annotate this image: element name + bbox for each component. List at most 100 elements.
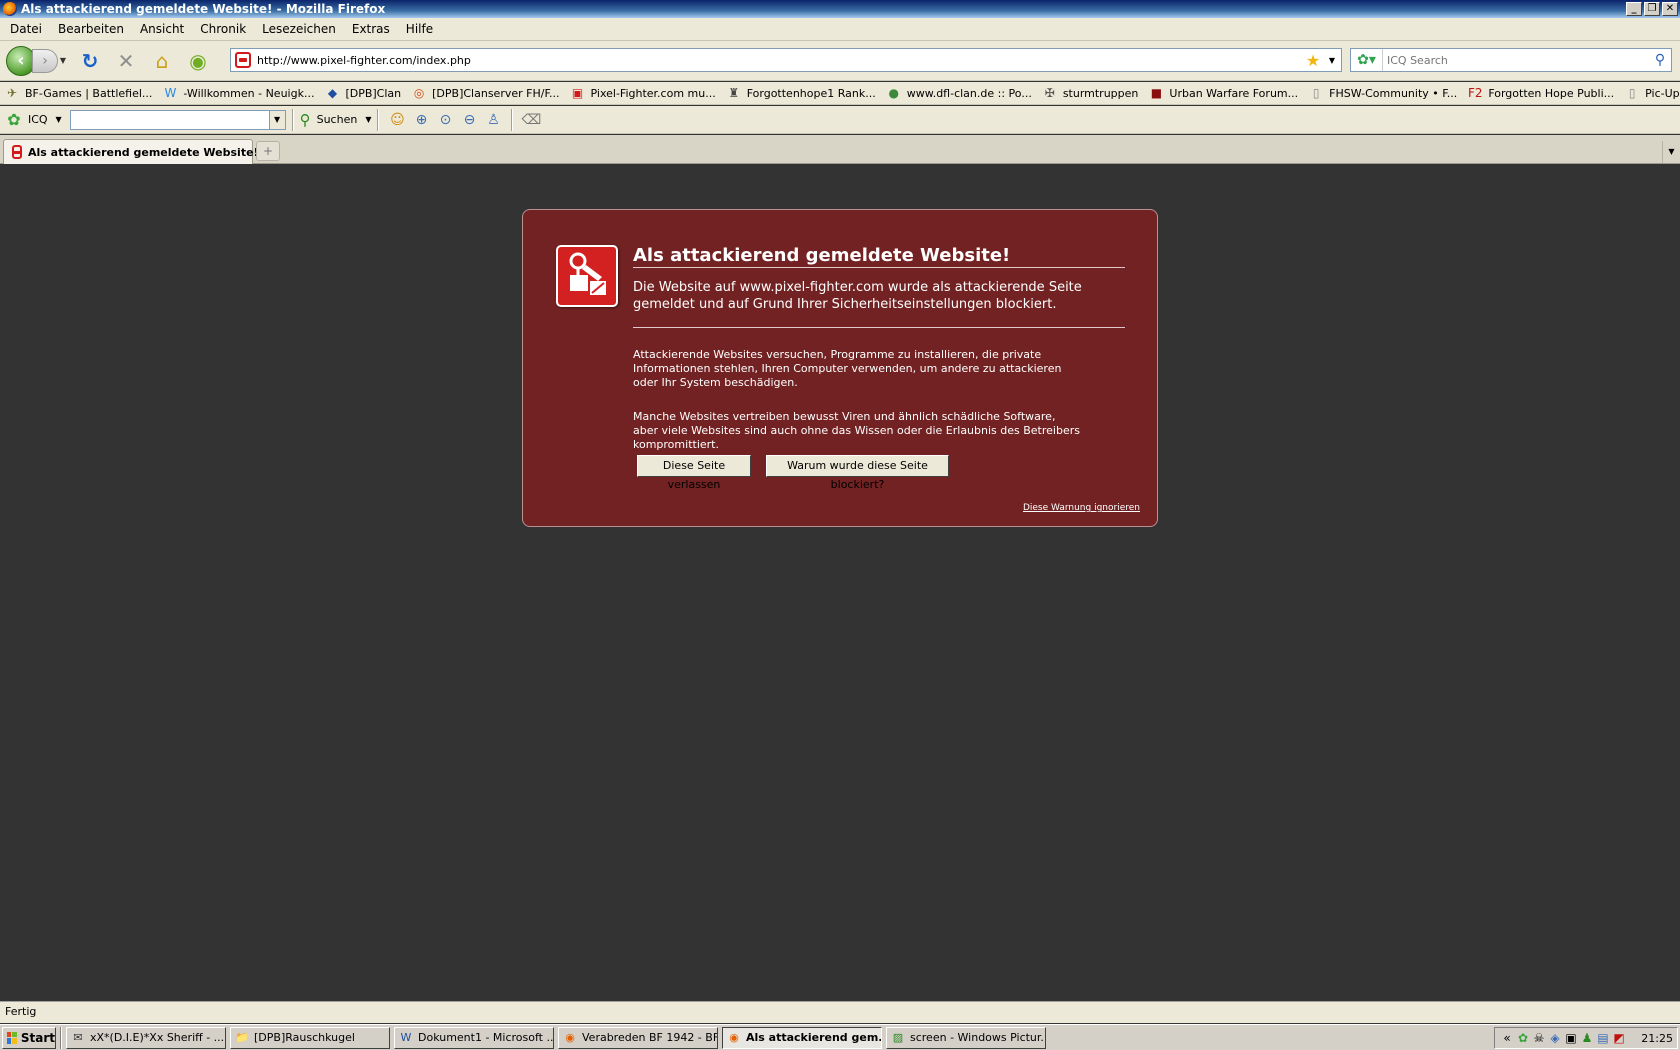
bookmark-item[interactable]: ◎ [DPB]Clanserver FH/F... (411, 85, 560, 101)
bookmark-label: www.dfl-clan.de :: Po... (906, 86, 1032, 100)
tab-list-icon[interactable]: ▼ (1662, 141, 1680, 163)
taskbar-item[interactable]: 📁 [DPB]Rauschkugel (230, 1026, 390, 1049)
fh2-icon: F2 (1468, 86, 1483, 100)
stop-icon[interactable]: ✕ (112, 47, 140, 75)
url-text[interactable]: http://www.pixel-fighter.com/index.php (257, 54, 1303, 67)
bookmark-item[interactable]: ● www.dfl-clan.de :: Po... (886, 85, 1032, 101)
menu-datei[interactable]: Datei (2, 22, 50, 36)
history-dropdown-icon[interactable]: ▼ (58, 56, 68, 65)
menu-extras[interactable]: Extras (344, 22, 398, 36)
window-title-bar[interactable]: Als attackierend gemeldete Website! - Mo… (0, 0, 1680, 18)
bookmark-item[interactable]: F2 Forgotten Hope Publi... (1467, 85, 1614, 101)
icq-label[interactable]: ICQ (28, 113, 48, 126)
bookmark-item[interactable]: ✠ sturmtruppen (1042, 85, 1139, 101)
taskbar-item-label: xX*(D.I.E)*Xx Sheriff - ... (90, 1031, 225, 1044)
bookmark-label: BF-Games | Battlefiel... (25, 86, 153, 100)
menu-ansicht[interactable]: Ansicht (132, 22, 192, 36)
forward-icon[interactable]: › (32, 48, 58, 73)
bookmark-item[interactable]: ▯ Pic-Upload.de - Koste... (1624, 85, 1680, 101)
page-content: Als attackierend gemeldete Website! Die … (0, 165, 1680, 1001)
bookmark-item[interactable]: ♜ Forgottenhope1 Rank... (726, 85, 875, 101)
zoom-in-icon[interactable]: ⊕ (409, 109, 433, 131)
icq-search-dropdown-icon[interactable]: ▼ (365, 115, 371, 124)
battlefield-icon: ✈ (6, 86, 18, 100)
url-dropdown-icon[interactable]: ▼ (1323, 56, 1341, 65)
icq-search-field[interactable]: ▼ (69, 109, 286, 130)
bookmark-item[interactable]: ◆ [DPB]Clan (324, 85, 401, 101)
tab-strip: Als attackierend gemeldete Website! + ▼ (0, 135, 1680, 164)
bookmark-item[interactable]: ▣ Pixel-Fighter.com mu... (570, 85, 716, 101)
star-icon[interactable]: ★ (1303, 51, 1323, 70)
start-button[interactable]: Start (2, 1026, 56, 1049)
bookmark-item[interactable]: ✈ BF-Games | Battlefiel... (4, 85, 152, 101)
bookmark-item[interactable]: W -Willkommen - Neuigk... (162, 85, 314, 101)
icq-dropdown-icon[interactable]: ▼ (52, 115, 66, 124)
bookmark-label: Urban Warfare Forum... (1169, 86, 1299, 100)
taskbar-item[interactable]: ◉ Als attackierend gem... (722, 1026, 882, 1049)
why-blocked-button[interactable]: Warum wurde diese Seite blockiert? (766, 455, 949, 491)
bookmark-label: Pic-Upload.de - Koste... (1645, 86, 1680, 100)
w-icon: W (164, 86, 177, 100)
search-engine-icon[interactable]: ✿▾ (1351, 49, 1383, 71)
shield-tray-icon[interactable]: ◈ (1547, 1031, 1563, 1045)
page-icon: ▯ (1628, 86, 1636, 100)
tray-expand-icon[interactable]: « (1499, 1031, 1515, 1045)
icq-toolbar: ✿ ICQ ▼ ▼ ⚲ Suchen ▼ ☺ ⊕ ⊙ ⊖ ♙ ⌫ (0, 106, 1680, 134)
search-input[interactable] (1383, 53, 1649, 67)
home-icon[interactable]: ⌂ (148, 47, 176, 75)
page-icon: ▯ (1312, 86, 1320, 100)
url-bar[interactable]: http://www.pixel-fighter.com/index.php ★… (230, 48, 1342, 72)
leave-site-button[interactable]: Diese Seite verlassen (637, 455, 751, 491)
icq-search-label: Suchen (316, 113, 358, 126)
minimize-button[interactable]: _ (1626, 2, 1642, 16)
forgottenhope-icon: ♜ (728, 86, 740, 100)
taskbar-item[interactable]: ✉ xX*(D.I.E)*Xx Sheriff - ... (66, 1026, 226, 1049)
reload-icon[interactable]: ↻ (76, 47, 104, 75)
error-title: Als attackierend gemeldete Website! (633, 245, 1125, 268)
icq-flower-icon[interactable]: ✿ (4, 110, 24, 130)
firefox-icon: ◉ (565, 1030, 575, 1044)
urban-warfare-icon: ■ (1150, 86, 1163, 100)
menu-bearbeiten[interactable]: Bearbeiten (50, 22, 132, 36)
ignore-warning-link[interactable]: Diese Warnung ignorieren (1023, 503, 1140, 513)
bookmark-label: FHSW-Community • F... (1329, 86, 1458, 100)
skull-tray-icon[interactable]: ☠ (1531, 1031, 1547, 1045)
blocked-site-icon (556, 245, 618, 307)
bookmark-item[interactable]: ▯ FHSW-Community • F... (1308, 85, 1458, 101)
taskbar-item[interactable]: ▨ screen - Windows Pictur... (886, 1026, 1046, 1049)
smiley-icon[interactable]: ☺ (385, 109, 409, 131)
bookmark-item[interactable]: ■ Urban Warfare Forum... (1148, 85, 1298, 101)
antivirus-tray-icon[interactable]: ◩ (1611, 1031, 1627, 1045)
tab-active[interactable]: Als attackierend gemeldete Website! (3, 139, 259, 164)
maximize-button[interactable]: ❐ (1644, 2, 1660, 16)
new-tab-button[interactable]: + (256, 141, 280, 161)
menu-chronik[interactable]: Chronik (192, 22, 254, 36)
icq-field-dropdown-icon[interactable]: ▼ (268, 110, 285, 129)
user-tray-icon[interactable]: ♟ (1579, 1031, 1595, 1045)
bookmarks-toolbar: ✈ BF-Games | Battlefiel... W -Willkommen - … (0, 82, 1680, 105)
site-favicon-icon (235, 52, 251, 68)
close-button[interactable]: ✕ (1662, 2, 1678, 16)
taskbar-item[interactable]: W Dokument1 - Microsoft ... (394, 1026, 554, 1049)
error-paragraph-1: Attackierende Websites versuchen, Progra… (633, 348, 1062, 389)
network-tray-icon[interactable]: ▣ (1563, 1031, 1579, 1045)
icq-search-button[interactable]: ⚲ Suchen ▼ (300, 111, 372, 129)
menu-hilfe[interactable]: Hilfe (398, 22, 441, 36)
eraser-icon[interactable]: ⌫ (519, 109, 543, 131)
search-bar[interactable]: ✿▾ ⚲ (1350, 48, 1672, 72)
taskbar-item-label: Verabreden BF 1942 - BF... (582, 1031, 718, 1044)
user-icon[interactable]: ♙ (481, 109, 505, 131)
monitor-tray-icon[interactable]: ▤ (1595, 1031, 1611, 1045)
taskbar-item[interactable]: ◉ Verabreden BF 1942 - BF... (558, 1026, 718, 1049)
clock[interactable]: 21:25 (1641, 1032, 1673, 1045)
zoom-reset-icon[interactable]: ⊙ (433, 109, 457, 131)
feed-icon[interactable]: ◉ (184, 47, 212, 75)
search-icon[interactable]: ⚲ (1649, 52, 1671, 68)
clanserver-icon: ◎ (413, 86, 425, 100)
bookmark-label: -Willkommen - Neuigk... (183, 86, 315, 100)
system-tray: « ✿ ☠ ◈ ▣ ♟ ▤ ◩ 21:25 (1494, 1027, 1678, 1049)
zoom-out-icon[interactable]: ⊖ (457, 109, 481, 131)
menu-lesezeichen[interactable]: Lesezeichen (254, 22, 344, 36)
search-icon: ⚲ (299, 110, 311, 129)
icq-tray-icon[interactable]: ✿ (1515, 1031, 1531, 1045)
